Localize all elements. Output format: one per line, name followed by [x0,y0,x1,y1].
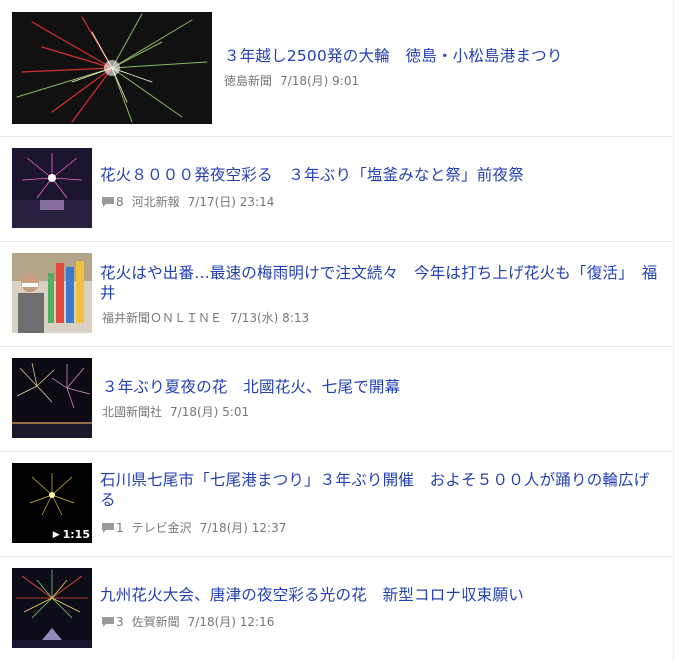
news-time-6: 7/18(月) 12:16 [187,615,275,629]
news-thumbnail-4[interactable] [12,358,92,438]
news-item-5[interactable]: ▶ 1:15 石川県七尾市「七尾港まつり」３年ぶり開催 およそ５００人が踊りの輪… [0,452,672,557]
news-meta-2: 8 河北新報 7/17(日) 23:14 [102,194,274,210]
news-meta-1: 徳島新聞 7/18(月) 9:01 [224,73,359,89]
news-time-4: 7/18(月) 5:01 [170,405,250,419]
news-meta-6: 3 佐賀新聞 7/18(月) 12:16 [102,614,274,630]
play-icon: ▶ [52,529,60,540]
news-time-2: 7/17(日) 23:14 [187,195,275,209]
news-item-4[interactable]: ３年ぶり夏夜の花 北國花火、七尾で開幕 北國新聞社 7/18(月) 5:01 [0,347,672,452]
comment-count-label-2: 8 [116,195,124,209]
comment-count-2[interactable]: 8 [102,194,124,210]
news-thumbnail-3[interactable] [12,253,92,333]
news-item-1[interactable]: ３年越し2500発の大輪 徳島・小松島港まつり 徳島新聞 7/18(月) 9:0… [0,0,672,137]
news-time-1: 7/18(月) 9:01 [280,74,360,88]
news-title-4[interactable]: ３年ぶり夏夜の花 北國花火、七尾で開幕 [102,377,662,397]
news-time-5: 7/18(月) 12:37 [199,521,287,535]
video-duration-label-5: 1:15 [62,528,90,541]
news-title-2[interactable]: 花火８０００発夜空彩る ３年ぶり「塩釜みなと祭」前夜祭 [100,165,660,185]
comment-count-5[interactable]: 1 [102,520,124,536]
news-title-1[interactable]: ３年越し2500発の大輪 徳島・小松島港まつり [224,46,664,66]
news-title-6[interactable]: 九州花火大会、唐津の夜空彩る光の花 新型コロナ収束願い [100,585,660,605]
news-item-2[interactable]: 花火８０００発夜空彩る ３年ぶり「塩釜みなと祭」前夜祭 8 河北新報 7/17(… [0,137,672,242]
news-source-4: 北國新聞社 [102,405,163,419]
video-duration-5: ▶ 1:15 [53,528,90,541]
comment-bubble-icon [102,617,114,627]
comment-count-label-6: 3 [116,615,124,629]
comment-bubble-icon [102,523,114,533]
news-meta-3: 福井新聞ＯＮＬＩＮＥ 7/13(水) 8:13 [102,310,309,326]
news-title-3[interactable]: 花火はや出番…最速の梅雨明けで注文続々 今年は打ち上げ花火も「復活」 福井 [100,263,660,303]
comment-count-label-5: 1 [116,521,124,535]
news-thumbnail-1[interactable] [12,12,212,124]
news-thumbnail-5[interactable]: ▶ 1:15 [12,463,92,543]
news-source-2: 河北新報 [131,195,180,209]
news-meta-4: 北國新聞社 7/18(月) 5:01 [102,404,249,420]
news-thumbnail-2[interactable] [12,148,92,228]
news-item-6[interactable]: 九州花火大会、唐津の夜空彩る光の花 新型コロナ収束願い 3 佐賀新聞 7/18(… [0,557,672,662]
news-source-5: テレビ金沢 [131,521,192,535]
comment-bubble-icon [102,197,114,207]
news-time-3: 7/13(水) 8:13 [230,311,310,325]
comment-count-6[interactable]: 3 [102,614,124,630]
news-meta-5: 1 テレビ金沢 7/18(月) 12:37 [102,520,286,536]
news-source-3: 福井新聞ＯＮＬＩＮＥ [102,311,223,325]
news-title-5[interactable]: 石川県七尾市「七尾港まつり」３年ぶり開催 およそ５００人が踊りの輪広げる [100,470,664,510]
news-source-1: 徳島新聞 [224,74,273,88]
news-thumbnail-6[interactable] [12,568,92,648]
news-item-3[interactable]: 花火はや出番…最速の梅雨明けで注文続々 今年は打ち上げ花火も「復活」 福井 福井… [0,242,672,347]
news-source-6: 佐賀新聞 [131,615,180,629]
